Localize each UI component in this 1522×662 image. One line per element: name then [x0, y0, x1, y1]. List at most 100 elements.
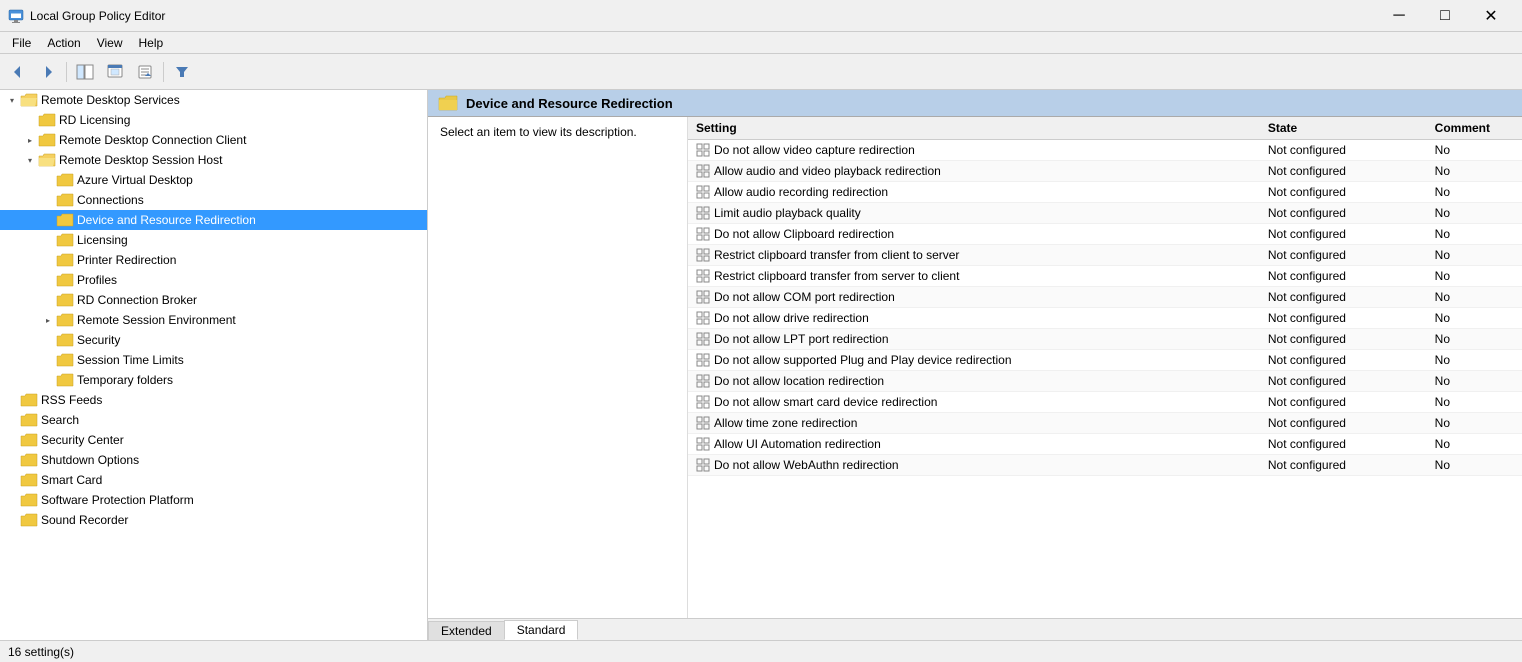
table-row[interactable]: Do not allow drive redirection Not confi…: [688, 308, 1522, 329]
expand-icon: ▾: [4, 92, 20, 108]
tree-item-printer-redirection[interactable]: Printer Redirection: [0, 250, 427, 270]
export-icon: [137, 64, 153, 80]
tree-item-search[interactable]: Search: [0, 410, 427, 430]
column-comment[interactable]: Comment: [1427, 117, 1522, 140]
folder-icon: [20, 412, 38, 428]
tree-item-rd-connection-broker[interactable]: RD Connection Broker: [0, 290, 427, 310]
tree-item-sound-recorder[interactable]: Sound Recorder: [0, 510, 427, 530]
tree-item-session-time-limits[interactable]: Session Time Limits: [0, 350, 427, 370]
tree-item-smart-card[interactable]: Smart Card: [0, 470, 427, 490]
table-row[interactable]: Restrict clipboard transfer from server …: [688, 266, 1522, 287]
setting-icon: [696, 395, 710, 409]
tree-item-device-resource-redirection[interactable]: Device and Resource Redirection: [0, 210, 427, 230]
tree-panel[interactable]: ▾ Remote Desktop Services RD Licensing ▸…: [0, 90, 428, 640]
table-row[interactable]: Restrict clipboard transfer from client …: [688, 245, 1522, 266]
setting-name-text: Do not allow video capture redirection: [714, 143, 915, 157]
menu-view[interactable]: View: [89, 34, 131, 52]
setting-name-text: Allow audio recording redirection: [714, 185, 888, 199]
setting-icon: [696, 332, 710, 346]
status-bar: 16 setting(s): [0, 640, 1522, 662]
filter-button[interactable]: [168, 59, 196, 85]
tree-item-remote-session-environment[interactable]: ▸ Remote Session Environment: [0, 310, 427, 330]
forward-button[interactable]: [34, 59, 62, 85]
setting-comment-cell: No: [1427, 182, 1522, 203]
column-state[interactable]: State: [1260, 117, 1427, 140]
tab-standard[interactable]: Standard: [504, 620, 579, 640]
folder-icon: [20, 432, 38, 448]
setting-name-cell: Do not allow COM port redirection: [688, 287, 1260, 308]
tree-item-label: Remote Session Environment: [77, 313, 236, 327]
tree-item-label: Security: [77, 333, 120, 347]
tree-item-licensing[interactable]: Licensing: [0, 230, 427, 250]
table-row[interactable]: Allow audio and video playback redirecti…: [688, 161, 1522, 182]
setting-comment-cell: No: [1427, 434, 1522, 455]
table-row[interactable]: Do not allow smart card device redirecti…: [688, 392, 1522, 413]
setting-state-cell: Not configured: [1260, 182, 1427, 203]
setting-name-text: Do not allow Clipboard redirection: [714, 227, 894, 241]
expand-icon: ▸: [40, 312, 56, 328]
table-row[interactable]: Do not allow Clipboard redirection Not c…: [688, 224, 1522, 245]
tree-item-label: Remote Desktop Session Host: [59, 153, 222, 167]
tree-item-security-center[interactable]: Security Center: [0, 430, 427, 450]
table-row[interactable]: Do not allow video capture redirection N…: [688, 140, 1522, 161]
tree-item-label: Connections: [77, 193, 144, 207]
minimize-button[interactable]: ─: [1376, 0, 1422, 32]
menu-help[interactable]: Help: [131, 34, 172, 52]
setting-name-cell: Restrict clipboard transfer from server …: [688, 266, 1260, 287]
settings-table-container[interactable]: Setting State Comment Do not allow video…: [688, 117, 1522, 618]
setting-comment-cell: No: [1427, 287, 1522, 308]
setting-comment-cell: No: [1427, 371, 1522, 392]
window-controls[interactable]: ─ □ ✕: [1376, 0, 1514, 32]
toolbar-sep-2: [163, 62, 164, 82]
tree-item-security[interactable]: Security: [0, 330, 427, 350]
folder-icon: [20, 472, 38, 488]
tree-item-shutdown-options[interactable]: Shutdown Options: [0, 450, 427, 470]
folder-icon: [20, 492, 38, 508]
back-button[interactable]: [4, 59, 32, 85]
setting-icon: [696, 164, 710, 178]
setting-state-cell: Not configured: [1260, 224, 1427, 245]
folder-icon: [56, 232, 74, 248]
close-button[interactable]: ✕: [1468, 0, 1514, 32]
show-hide-button[interactable]: [71, 59, 99, 85]
description-text: Select an item to view its description.: [440, 125, 637, 139]
tree-item-remote-desktop-connection-client[interactable]: ▸ Remote Desktop Connection Client: [0, 130, 427, 150]
tree-item-label: Licensing: [77, 233, 128, 247]
setting-name-cell: Restrict clipboard transfer from client …: [688, 245, 1260, 266]
column-setting[interactable]: Setting: [688, 117, 1260, 140]
table-row[interactable]: Do not allow supported Plug and Play dev…: [688, 350, 1522, 371]
table-row[interactable]: Allow audio recording redirection Not co…: [688, 182, 1522, 203]
table-row[interactable]: Do not allow COM port redirection Not co…: [688, 287, 1522, 308]
tree-item-profiles[interactable]: Profiles: [0, 270, 427, 290]
export-button[interactable]: [131, 59, 159, 85]
tree-item-remote-desktop-services[interactable]: ▾ Remote Desktop Services: [0, 90, 427, 110]
tree-item-rss-feeds[interactable]: RSS Feeds: [0, 390, 427, 410]
menu-action[interactable]: Action: [39, 34, 88, 52]
setting-icon: [696, 353, 710, 367]
table-row[interactable]: Allow time zone redirection Not configur…: [688, 413, 1522, 434]
tree-item-rd-licensing[interactable]: RD Licensing: [0, 110, 427, 130]
tree-item-azure-virtual-desktop[interactable]: Azure Virtual Desktop: [0, 170, 427, 190]
maximize-button[interactable]: □: [1422, 0, 1468, 32]
toolbar-sep-1: [66, 62, 67, 82]
tree-item-temporary-folders[interactable]: Temporary folders: [0, 370, 427, 390]
setting-name-text: Do not allow supported Plug and Play dev…: [714, 353, 1012, 367]
menu-file[interactable]: File: [4, 34, 39, 52]
toolbar: [0, 54, 1522, 90]
table-row[interactable]: Do not allow LPT port redirection Not co…: [688, 329, 1522, 350]
tree-item-connections[interactable]: Connections: [0, 190, 427, 210]
setting-name-cell: Do not allow video capture redirection: [688, 140, 1260, 161]
folder-icon: [20, 452, 38, 468]
content-panel: Device and Resource Redirection Select a…: [428, 90, 1522, 640]
tree-item-software-protection-platform[interactable]: Software Protection Platform: [0, 490, 427, 510]
tab-extended[interactable]: Extended: [428, 621, 505, 640]
new-window-button[interactable]: [101, 59, 129, 85]
table-row[interactable]: Do not allow location redirection Not co…: [688, 371, 1522, 392]
tree-item-remote-desktop-session-host[interactable]: ▾ Remote Desktop Session Host: [0, 150, 427, 170]
table-row[interactable]: Limit audio playback quality Not configu…: [688, 203, 1522, 224]
description-panel: Select an item to view its description.: [428, 117, 688, 618]
setting-name-cell: Allow audio recording redirection: [688, 182, 1260, 203]
table-row[interactable]: Allow UI Automation redirection Not conf…: [688, 434, 1522, 455]
tree-item-label: Software Protection Platform: [41, 493, 194, 507]
table-row[interactable]: Do not allow WebAuthn redirection Not co…: [688, 455, 1522, 476]
